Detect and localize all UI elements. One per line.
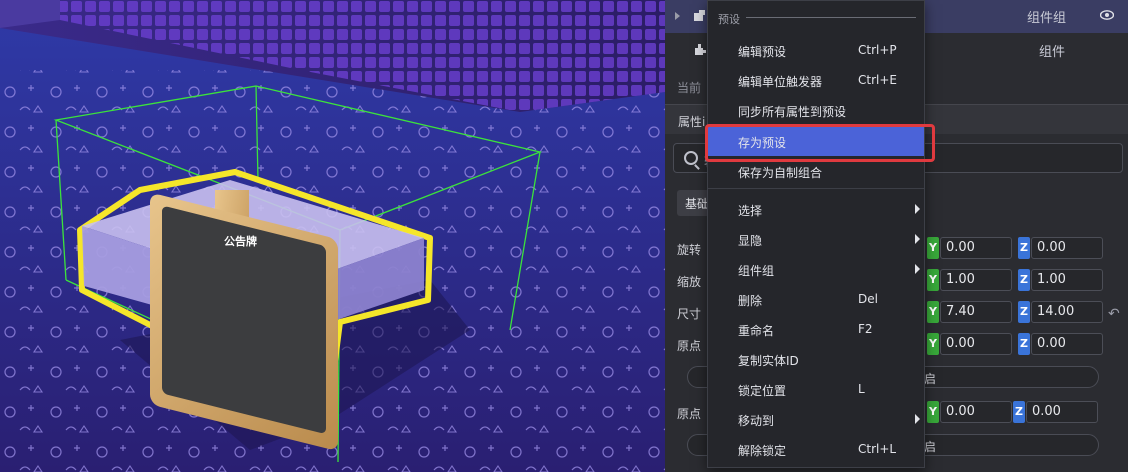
menu-item-label: 编辑预设 [738,45,787,59]
origin2-z-field[interactable]: 0.00 [1026,401,1098,423]
editor-window: 公告牌 组件组 组件 当前 属性i 输 基础 旋转 Y 0.00 [0,0,1128,472]
toggle-pill-label: 启 [924,440,937,454]
menu-title-divider [746,17,916,18]
menu-item-shortcut: Del [858,292,878,306]
origin-z-field[interactable]: 0.00 [1031,333,1103,355]
submenu-arrow-icon [915,204,920,214]
menu-item-sync-properties[interactable]: 同步所有属性到预设 [708,95,924,125]
axis-z-badge: Z [1013,401,1025,423]
eye-icon[interactable] [1100,10,1114,20]
menu-item-label: 同步所有属性到预设 [738,105,847,119]
axis-z-badge: Z [1018,333,1030,355]
component-node-icon [695,44,706,55]
rotation-z-field[interactable]: 0.00 [1031,237,1103,259]
scene-render: 公告牌 [0,0,665,472]
menu-title: 预设 [718,13,740,26]
menu-item-label: 显隐 [738,234,763,248]
search-icon [684,151,698,165]
origin-y-field[interactable]: 0.00 [940,333,1012,355]
current-label: 当前 [677,81,702,95]
menu-item-label: 保存为自制组合 [738,166,823,180]
axis-y-badge: Y [927,237,939,259]
submenu-arrow-icon [915,234,920,244]
axis-y-badge: Y [927,301,939,323]
axis-z-badge: Z [1018,237,1030,259]
axis-y-badge: Y [927,269,939,291]
highlight-annotation-frame [705,124,935,162]
menu-item-visibility[interactable]: 显隐 [708,224,924,254]
menu-item-label: 选择 [738,204,763,218]
property-label: 原点 [677,339,702,353]
menu-item-shortcut: Ctrl+L [858,442,897,456]
menu-item-label: 组件组 [738,264,775,278]
menu-item-label: 移动到 [738,414,775,428]
property-label: 原点 [677,407,702,421]
menu-item-label: 复制实体ID [738,354,799,368]
menu-item-label: 锁定位置 [738,384,787,398]
menu-item-select[interactable]: 选择 [708,194,924,224]
axis-z-badge: Z [1018,269,1030,291]
axis-y-badge: Y [927,401,939,423]
sign-text: 公告牌 [224,234,257,248]
rotation-y-field[interactable]: 0.00 [940,237,1012,259]
menu-item-rename[interactable]: 重命名 F2 [708,314,924,344]
menu-item-copy-entity-id[interactable]: 复制实体ID [708,344,924,374]
scale-y-field[interactable]: 1.00 [940,269,1012,291]
scene-viewport[interactable]: 公告牌 [0,0,665,472]
expand-arrow-icon[interactable] [675,12,680,20]
tree-item-label: 组件 [1039,45,1066,60]
menu-item-move-to[interactable]: 移动到 [708,404,924,434]
menu-item-edit-unit-trigger[interactable]: 编辑单位触发器 Ctrl+E [708,65,924,95]
tab-basic-label: 基础 [685,197,710,211]
menu-item-label: 重命名 [738,324,775,338]
menu-item-label: 删除 [738,294,763,308]
origin2-y-field[interactable]: 0.00 [940,401,1012,423]
toggle-pill-label: 启 [924,372,937,386]
menu-item-shortcut: Ctrl+P [858,43,897,57]
property-label: 缩放 [677,275,702,289]
menu-item-label: 编辑单位触发器 [738,75,823,89]
menu-item-shortcut: L [858,382,865,396]
menu-item-edit-preset[interactable]: 编辑预设 Ctrl+P [708,35,924,65]
tree-item-label: 组件组 [1027,11,1067,26]
reset-undo-icon[interactable]: ↶ [1108,306,1120,322]
scale-z-field[interactable]: 1.00 [1031,269,1103,291]
menu-item-shortcut: F2 [858,322,873,336]
submenu-arrow-icon [915,264,920,274]
property-label: 尺寸 [677,307,702,321]
size-z-field[interactable]: 14.00 [1031,301,1103,323]
context-menu: 预设 编辑预设 Ctrl+P 编辑单位触发器 Ctrl+E 同步所有属性到预设 存为… [707,0,925,468]
menu-item-shortcut: Ctrl+E [858,73,897,87]
axis-y-badge: Y [927,333,939,355]
group-node-icon [694,10,705,21]
properties-title: 属性i [678,115,706,129]
menu-separator [708,188,924,189]
menu-item-delete[interactable]: 删除 Del [708,284,924,314]
menu-item-unlock[interactable]: 解除锁定 Ctrl+L [708,434,924,464]
menu-item-component-group[interactable]: 组件组 [708,254,924,284]
axis-z-badge: Z [1018,301,1030,323]
menu-item-lock-position[interactable]: 锁定位置 L [708,374,924,404]
menu-item-label: 解除锁定 [738,444,787,458]
submenu-arrow-icon [915,414,920,424]
property-label: 旋转 [677,243,702,257]
size-y-field[interactable]: 7.40 [940,301,1012,323]
